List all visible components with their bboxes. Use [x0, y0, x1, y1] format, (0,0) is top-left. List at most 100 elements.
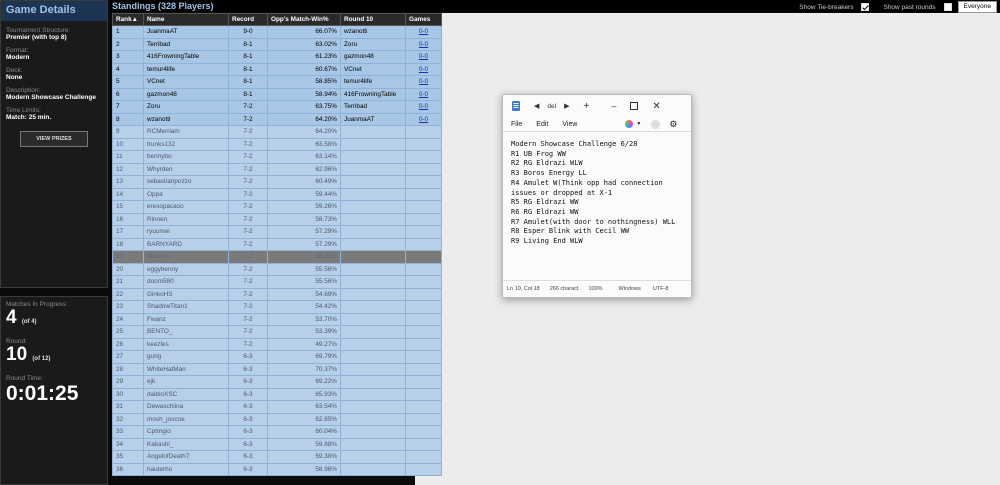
rank-cell-text: 32 — [116, 415, 124, 423]
copilot-dropdown-icon[interactable]: ▼ — [636, 121, 641, 127]
player-name-cell-text: VCnet — [147, 78, 165, 86]
omw-cell: 59.38% — [267, 450, 341, 464]
omw-cell: 53.70% — [267, 312, 341, 326]
notepad-line: R9 Living End WLW — [511, 237, 583, 246]
rank-cell: 17 — [112, 225, 144, 239]
games-cell[interactable]: 0-0 — [405, 50, 442, 64]
player-name-cell-text: GinkoHS — [147, 290, 173, 298]
omw-cell: 63.58% — [267, 137, 341, 151]
games-cell-text[interactable]: 0-0 — [419, 116, 428, 123]
opponent-cell — [340, 437, 406, 451]
player-filter-select[interactable]: Everyone — [957, 1, 997, 13]
games-cell[interactable]: 0-0 — [405, 100, 442, 114]
show-past-rounds-checkbox[interactable] — [943, 3, 952, 11]
rank-cell: 13 — [112, 175, 144, 189]
rank-cell-text: 1 — [116, 28, 120, 36]
rank-cell-text: 36 — [116, 465, 124, 473]
omw-cell: 63.75% — [267, 100, 341, 114]
column-header[interactable]: Round 10 — [340, 13, 406, 26]
menu-view[interactable]: View — [562, 121, 577, 128]
rank-cell-text: 10 — [116, 140, 124, 148]
games-cell-text[interactable]: 0-0 — [419, 53, 428, 60]
player-name-cell-text: BENTO_ — [147, 328, 173, 336]
record-cell: 8-1 — [228, 62, 268, 76]
standings-row: 22 GinkoHS 7-2 54.69% — [112, 287, 442, 301]
rank-cell-text: 2 — [116, 40, 120, 48]
minimize-icon[interactable]: – — [611, 101, 616, 111]
column-header[interactable]: Record — [228, 13, 268, 26]
games-cell-text[interactable]: 0-0 — [419, 91, 428, 98]
record-cell: 7-2 — [228, 312, 268, 326]
notepad-line: R3 Boros Energy LL — [511, 169, 587, 178]
notepad-line: R2 RG Eldrazi WLW — [511, 159, 583, 168]
view-prizes-button[interactable]: VIEW PRIZES — [20, 131, 88, 147]
rank-cell-text: 4 — [116, 65, 120, 73]
games-cell[interactable]: 0-0 — [405, 37, 442, 51]
record-cell-text: 7-2 — [243, 240, 253, 248]
games-cell — [405, 150, 442, 164]
column-header[interactable]: Opp's Match-Win% — [267, 13, 341, 26]
rank-cell: 12 — [112, 162, 144, 176]
column-header[interactable]: Name — [143, 13, 229, 26]
description-value: Modern Showcase Challenge — [6, 94, 96, 101]
games-cell-text[interactable]: 0-0 — [419, 41, 428, 48]
player-name-cell: keezles — [143, 337, 229, 351]
rank-cell-text: 28 — [116, 365, 124, 373]
standings-row: 30 daibloXSC 6-3 65.93% — [112, 387, 442, 401]
games-cell[interactable]: 0-0 — [405, 112, 442, 126]
omw-cell-text: 49.27% — [315, 340, 337, 348]
round-status-panel: Matches In Progress: 4 (of 4) Round: 10 … — [0, 296, 108, 485]
tab-back-icon[interactable]: ◀ — [534, 102, 539, 110]
copilot-icon[interactable] — [625, 120, 634, 128]
omw-cell-text: 59.26% — [315, 203, 337, 211]
player-name-cell-text: Kakashi_ — [147, 440, 174, 448]
record-cell: 6-3 — [228, 362, 268, 376]
omw-cell: 62.96% — [267, 162, 341, 176]
account-icon[interactable] — [651, 119, 661, 129]
column-header[interactable]: Rank▲ — [112, 13, 144, 26]
opponent-cell — [340, 387, 406, 401]
games-cell[interactable]: 0-0 — [405, 62, 442, 76]
show-tiebreakers-checkbox[interactable] — [861, 3, 870, 11]
rank-cell: 5 — [112, 75, 144, 89]
rank-cell-text: 11 — [116, 153, 123, 161]
opponent-cell — [340, 425, 406, 439]
rank-cell-text: 21 — [116, 278, 124, 286]
games-cell-text[interactable]: 0-0 — [419, 78, 428, 85]
notepad-line: Modern Showcase Challenge 6/28 — [511, 140, 638, 148]
games-cell[interactable]: 0-0 — [405, 75, 442, 89]
opponent-cell-text: temur4life — [344, 78, 373, 86]
rank-cell: 35 — [112, 450, 144, 464]
column-header[interactable]: Games — [405, 13, 442, 26]
close-icon[interactable]: ✕ — [652, 101, 660, 112]
games-cell[interactable]: 0-0 — [405, 87, 442, 101]
round-value: 10 (of 12) — [6, 345, 107, 369]
rank-cell: 14 — [112, 187, 144, 201]
rank-cell-text: 18 — [116, 240, 124, 248]
record-cell: 9-0 — [228, 25, 268, 39]
settings-gear-icon[interactable]: ⚙ — [669, 119, 677, 130]
record-cell-text: 7-2 — [243, 278, 253, 286]
rank-cell-text: 16 — [116, 215, 124, 223]
record-cell: 6-3 — [228, 387, 268, 401]
games-cell[interactable]: 0-0 — [405, 25, 442, 39]
notepad-tab-title[interactable]: del — [547, 103, 556, 110]
rank-cell-text: 12 — [116, 165, 124, 173]
games-cell-text[interactable]: 0-0 — [419, 66, 428, 73]
opponent-cell-text: Terribad — [344, 103, 368, 111]
omw-cell: 62.65% — [267, 412, 341, 426]
games-cell — [405, 262, 442, 276]
games-cell-text[interactable]: 0-0 — [419, 28, 428, 35]
notepad-window[interactable]: ◀ del ▶ + – ✕ File Edit View ▼ ⚙ Modern … — [502, 94, 692, 298]
omw-cell-text: 63.75% — [315, 103, 337, 111]
menu-file[interactable]: File — [511, 121, 522, 128]
games-cell-text[interactable]: 0-0 — [419, 103, 428, 110]
player-name-cell-text: wzanotti — [147, 115, 171, 123]
new-tab-icon[interactable]: + — [583, 101, 589, 112]
maximize-icon[interactable] — [630, 102, 639, 110]
tab-forward-icon[interactable]: ▶ — [564, 102, 569, 110]
opponent-cell — [340, 412, 406, 426]
rank-cell: 34 — [112, 437, 144, 451]
notepad-text-area[interactable]: Modern Showcase Challenge 6/28 R1 UB Frog… — [503, 132, 691, 247]
menu-edit[interactable]: Edit — [536, 121, 548, 128]
